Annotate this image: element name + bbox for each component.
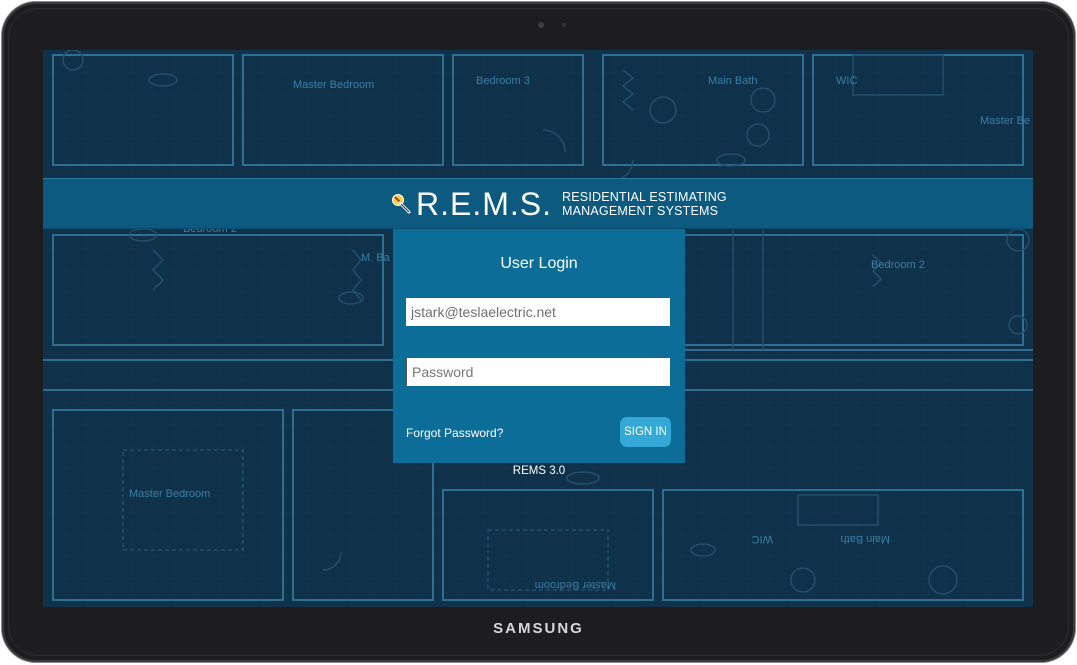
forgot-password-link[interactable]: Forgot Password? [406,426,503,440]
app-subtitle: RESIDENTIAL ESTIMATING MANAGEMENT SYSTEM… [562,190,727,218]
bg-label-mirrored: WIC [752,533,773,545]
bg-label: Master Bedroom [293,79,374,91]
rems-logo-icon [392,194,411,214]
sensor [562,23,566,27]
bg-label: M. Ba [361,252,391,264]
sign-in-button[interactable]: SIGN IN [620,417,671,447]
bg-label: Bedroom 2 [871,259,925,271]
app-title: R.E.M.S. [416,186,553,222]
version-label: REMS 3.0 [512,465,566,477]
subtitle-line-1: RESIDENTIAL ESTIMATING [562,190,727,204]
app-logo: R.E.M.S. RESIDENTIAL ESTIMATING MANAGEME… [390,187,727,221]
bg-label-mirrored: Master Bedroom [535,579,616,591]
front-camera [538,22,544,28]
device-brand: SAMSUNG [493,620,584,637]
subtitle-line-2: MANAGEMENT SYSTEMS [562,204,719,218]
login-card: User Login Forgot Password? SIGN IN [393,229,685,463]
password-field[interactable] [406,358,670,386]
bg-label: Master Bedroom [129,488,210,500]
bg-label: WIC [836,75,857,87]
login-title: User Login [500,255,578,272]
bg-label: Main Bath [708,75,758,87]
bg-label-mirrored: Main Bath [840,533,890,545]
email-field[interactable] [406,298,670,326]
bg-label: Bedroom 3 [476,75,530,87]
app-screen: Master Bedroom Bedroom 3 Main Bath WIC M… [43,50,1033,607]
bg-label: Master Be [980,115,1030,127]
